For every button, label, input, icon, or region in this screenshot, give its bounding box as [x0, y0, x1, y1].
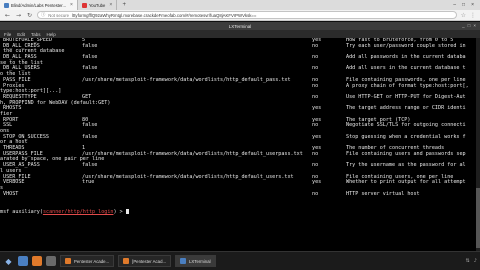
bookmark-star-icon[interactable]: ☆ — [461, 12, 466, 19]
file-manager-icon[interactable] — [32, 256, 42, 266]
terminal-minimize-button[interactable]: _ — [462, 23, 465, 28]
terminal-app-icon — [180, 258, 187, 264]
close-icon[interactable]: × — [70, 2, 73, 8]
close-icon[interactable]: × — [109, 2, 112, 8]
tab-label: Blind/Admin/Labs Pentester... — [11, 2, 66, 8]
task-label: LXTerminal — [189, 258, 211, 264]
maximize-button[interactable]: □ — [462, 2, 465, 8]
close-window-button[interactable]: × — [471, 2, 474, 8]
terminal-maximize-button[interactable]: □ — [468, 23, 471, 28]
forward-icon[interactable]: → — [15, 12, 22, 19]
browser-app-icon — [123, 258, 130, 264]
browser-tab-bar: Blind/Admin/Labs Pentester... × YouTube … — [0, 0, 480, 10]
scrollbar-thumb[interactable] — [476, 188, 480, 248]
terminal-launcher-icon[interactable] — [46, 256, 56, 266]
menu-icon[interactable]: ◆ — [3, 256, 14, 267]
prompt-suffix: ) > — [113, 208, 126, 215]
tab-label: YouTube — [88, 2, 106, 8]
browser-launcher-icon[interactable] — [18, 256, 28, 266]
terminal-menu-bar: File Edit Tabs Help — [0, 30, 480, 38]
menu-tabs[interactable]: Tabs — [31, 32, 41, 37]
security-status: Not secure — [48, 12, 70, 18]
menu-help[interactable]: Help — [47, 32, 56, 37]
terminal-scrollbar[interactable] — [476, 38, 480, 251]
task-label: [Pentester Acad... — [132, 258, 167, 264]
volume-icon[interactable]: ♪ — [474, 258, 477, 264]
browser-tab-youtube[interactable]: YouTube × — [78, 0, 118, 10]
menu-file[interactable]: File — [4, 32, 11, 37]
prompt-prefix: msf auxiliary( — [0, 208, 43, 215]
url-input[interactable]: ⓘ Not secure lttyformgfflQ92aWhyRmtgl.mo… — [37, 11, 457, 19]
task-label: Pentester Acade... — [74, 258, 110, 264]
info-icon[interactable]: ⓘ — [41, 12, 45, 18]
browser-tab-pentester[interactable]: Blind/Admin/Labs Pentester... × — [0, 0, 78, 10]
prompt-module: scanner/http/http_login — [42, 208, 114, 215]
minimize-button[interactable]: – — [453, 2, 456, 8]
new-tab-button[interactable]: + — [117, 0, 131, 10]
browser-app-icon — [65, 258, 71, 264]
text-cursor — [125, 208, 129, 214]
url-text: lttyformgfflQ92aWhyRmtgl.morebase.crackd… — [72, 12, 257, 18]
taskbar-item-lxterminal[interactable]: LXTerminal — [175, 255, 216, 267]
terminal-output[interactable]: BRUTEFORCE_SPEED 5 yes How fast to brutefor… — [0, 38, 476, 251]
window-controls: – □ × — [453, 0, 480, 10]
back-icon[interactable]: ← — [4, 12, 11, 19]
command-prompt[interactable]: msf auxiliary(scanner/http/http_login) > — [0, 208, 476, 215]
youtube-favicon-icon — [81, 2, 87, 8]
browser-menu-icon[interactable]: ⋮ — [470, 12, 476, 19]
terminal-title: LXTerminal — [228, 23, 252, 29]
taskbar: ◆ Pentester Acade... [Pentester Acad... … — [0, 251, 480, 270]
network-icon[interactable]: ⇅ — [466, 258, 470, 264]
site-favicon-icon — [4, 2, 9, 8]
terminal-title-bar: LXTerminal _ □ × — [0, 22, 480, 30]
terminal-close-button[interactable]: × — [473, 23, 476, 28]
terminal-window-controls: _ □ × — [462, 23, 476, 28]
menu-edit[interactable]: Edit — [17, 32, 25, 37]
browser-address-bar: ← → ↻ ⓘ Not secure lttyformgfflQ92aWhyRm… — [0, 10, 480, 21]
reload-icon[interactable]: ↻ — [26, 12, 33, 19]
system-tray: ⇅ ♪ — [466, 258, 477, 264]
taskbar-item-pentester-1[interactable]: Pentester Acade... — [60, 255, 115, 267]
taskbar-item-pentester-2[interactable]: [Pentester Acad... — [118, 255, 172, 267]
